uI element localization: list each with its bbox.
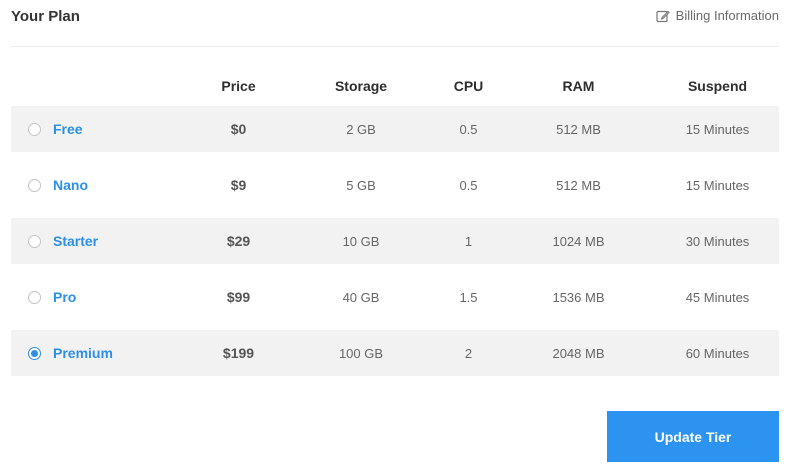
page-title: Your Plan <box>11 8 80 25</box>
plan-table: Price Storage CPU RAM Suspend Free $0 2 … <box>11 66 779 386</box>
update-tier-button[interactable]: Update Tier <box>607 411 779 462</box>
radio-pro[interactable] <box>28 290 41 304</box>
column-header-ram: RAM <box>562 78 595 94</box>
edit-icon <box>656 9 670 23</box>
radio-starter[interactable] <box>28 234 41 248</box>
price-cell: $9 <box>230 177 247 193</box>
plan-name[interactable]: Starter <box>53 233 98 249</box>
column-header-storage: Storage <box>334 78 388 94</box>
plan-header: Your Plan Billing Information <box>0 0 790 46</box>
header-divider <box>11 46 779 47</box>
cpu-cell: 2 <box>464 345 473 361</box>
price-cell: $0 <box>230 121 247 137</box>
ram-cell: 512 MB <box>556 121 601 137</box>
plan-name[interactable]: Pro <box>53 289 76 305</box>
radio-premium[interactable] <box>28 346 41 360</box>
storage-cell: 100 GB <box>338 345 384 361</box>
storage-cell: 5 GB <box>346 177 376 193</box>
table-row-free[interactable]: Free $0 2 GB 0.5 512 MB 15 Minutes <box>11 106 779 152</box>
ram-cell: 1024 MB <box>552 233 605 249</box>
ram-cell: 2048 MB <box>552 345 605 361</box>
radio-selected-dot <box>31 349 38 357</box>
suspend-cell: 30 Minutes <box>685 233 750 249</box>
plan-name[interactable]: Nano <box>53 177 88 193</box>
plan-cell: Pro <box>11 289 191 305</box>
cpu-cell: 0.5 <box>459 121 478 137</box>
ram-cell: 512 MB <box>556 177 601 193</box>
table-row-pro[interactable]: Pro $99 40 GB 1.5 1536 MB 45 Minutes <box>11 274 779 320</box>
table-row-starter[interactable]: Starter $29 10 GB 1 1024 MB 30 Minutes <box>11 218 779 264</box>
cpu-cell: 1.5 <box>459 289 478 305</box>
table-row-premium[interactable]: Premium $199 100 GB 2 2048 MB 60 Minutes <box>11 330 779 376</box>
storage-cell: 10 GB <box>342 233 380 249</box>
suspend-cell: 45 Minutes <box>685 289 750 305</box>
ram-cell: 1536 MB <box>552 289 605 305</box>
plan-name[interactable]: Premium <box>53 345 113 361</box>
plan-cell: Premium <box>11 345 191 361</box>
price-cell: $99 <box>226 289 251 305</box>
plan-cell: Free <box>11 121 191 137</box>
table-row-nano[interactable]: Nano $9 5 GB 0.5 512 MB 15 Minutes <box>11 162 779 208</box>
suspend-cell: 15 Minutes <box>685 121 750 137</box>
table-header: Price Storage CPU RAM Suspend <box>11 66 779 106</box>
suspend-cell: 60 Minutes <box>685 345 750 361</box>
radio-nano[interactable] <box>28 178 41 192</box>
storage-cell: 2 GB <box>346 121 376 137</box>
storage-cell: 40 GB <box>342 289 380 305</box>
radio-free[interactable] <box>28 122 41 136</box>
plan-cell: Starter <box>11 233 191 249</box>
column-header-cpu: CPU <box>453 78 484 94</box>
plan-name[interactable]: Free <box>53 121 83 137</box>
price-cell: $29 <box>226 233 251 249</box>
plan-rows: Free $0 2 GB 0.5 512 MB 15 Minutes Nano … <box>11 106 779 376</box>
plan-cell: Nano <box>11 177 191 193</box>
billing-information-link[interactable]: Billing Information <box>656 8 779 23</box>
price-cell: $199 <box>222 345 255 361</box>
column-header-price: Price <box>221 78 256 94</box>
billing-information-label: Billing Information <box>675 8 779 23</box>
suspend-cell: 15 Minutes <box>685 177 750 193</box>
cpu-cell: 1 <box>464 233 473 249</box>
cpu-cell: 0.5 <box>459 177 478 193</box>
column-header-suspend: Suspend <box>687 78 748 94</box>
